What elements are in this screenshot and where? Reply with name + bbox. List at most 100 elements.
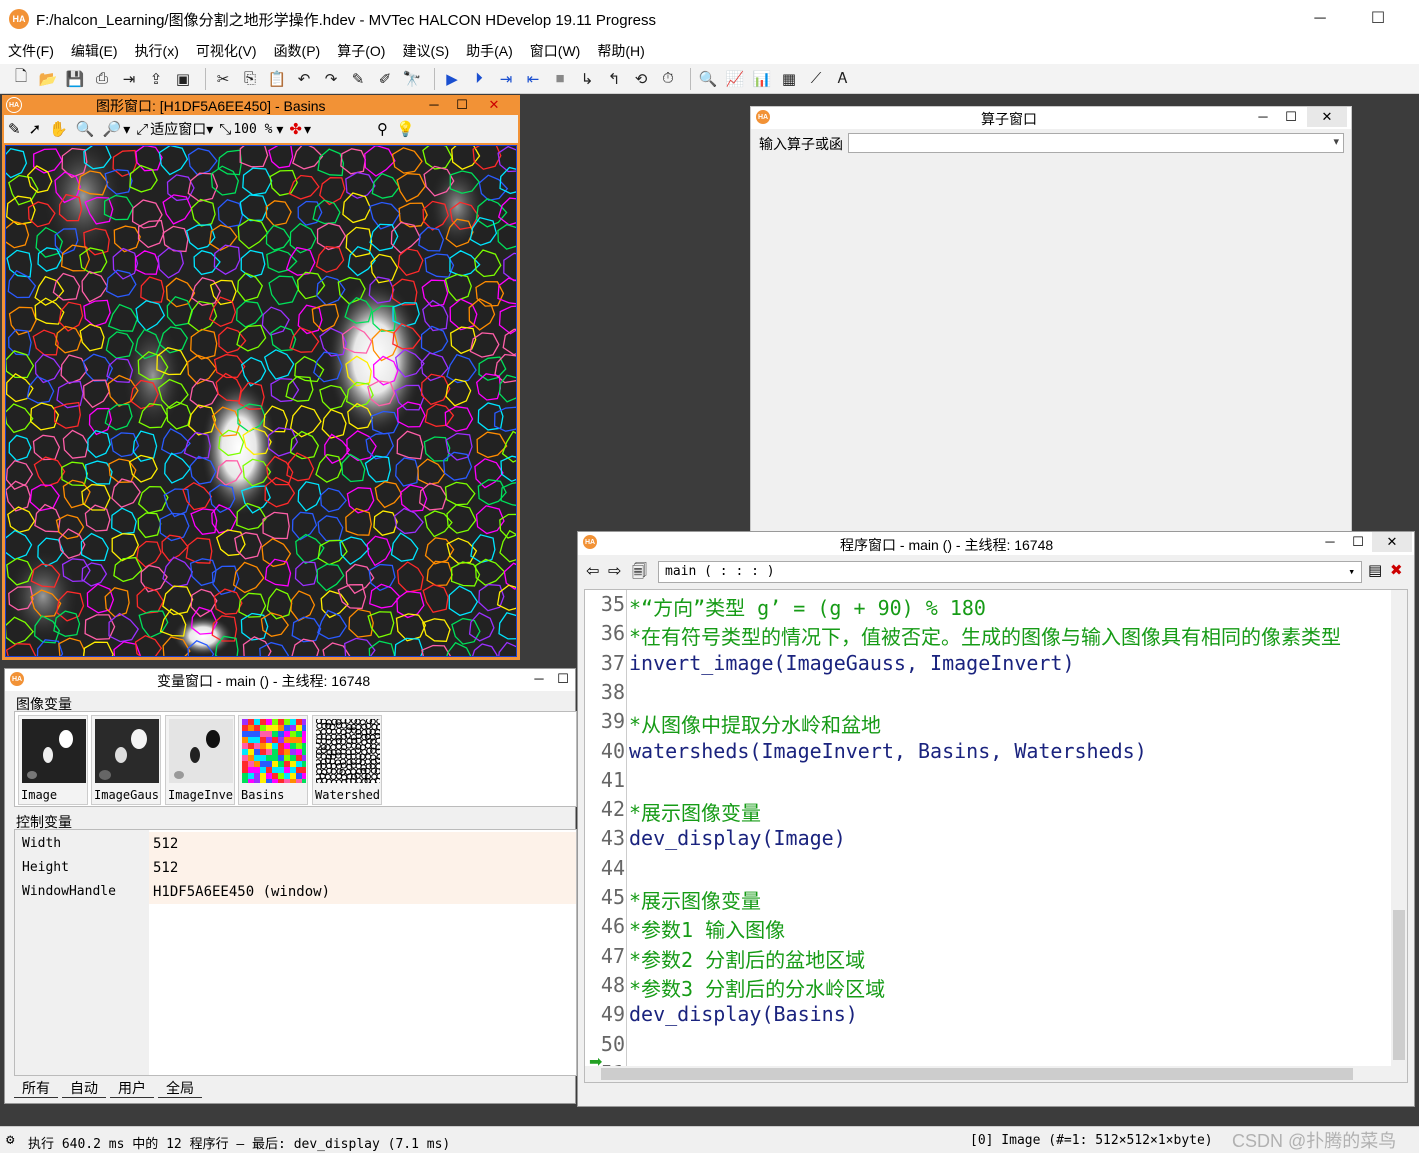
menu-suggestions[interactable]: 建议(S) bbox=[402, 41, 449, 61]
uncomment-icon[interactable]: ✐ bbox=[374, 68, 396, 90]
color-icon[interactable]: ✤ ▾ bbox=[289, 120, 311, 139]
procedure-select[interactable]: main ( : : : ) ▾ bbox=[658, 561, 1362, 583]
zoom-window-icon[interactable]: 🔍 bbox=[697, 68, 719, 90]
zoom-icon[interactable]: 🔎 ▾ bbox=[103, 120, 131, 139]
graphics-window-title-bar[interactable]: HA 图形窗口: [H1DF5A6EE450] - Basins ─ ☐ ✕ bbox=[2, 95, 520, 115]
vertical-scrollbar[interactable] bbox=[1391, 590, 1407, 1066]
menu-visualize[interactable]: 可视化(V) bbox=[196, 41, 257, 61]
image-var-thumb[interactable]: ImageGauss bbox=[91, 715, 161, 805]
menu-procedures[interactable]: 函数(P) bbox=[274, 41, 321, 61]
code-line[interactable]: *从图像中提取分水岭和盆地 bbox=[629, 709, 881, 738]
maximize-button[interactable]: ☐ bbox=[549, 669, 577, 689]
scrollbar-thumb[interactable] bbox=[601, 1068, 1353, 1080]
horizontal-scrollbar[interactable] bbox=[585, 1066, 1407, 1082]
cut-icon[interactable]: ✂ bbox=[212, 68, 234, 90]
code-line[interactable]: dev_display(Basins) bbox=[629, 1002, 858, 1026]
step-over-icon[interactable]: ⇥ bbox=[495, 68, 517, 90]
menu-operators[interactable]: 算子(O) bbox=[337, 41, 385, 61]
image-var-thumb[interactable]: Basins bbox=[238, 715, 308, 805]
code-editor[interactable]: 3536373839404142434445464748495051 *“方向”… bbox=[584, 589, 1408, 1083]
variable-window-title-bar[interactable]: HA 变量窗口 - main () - 主线程: 16748 ─ ☐ bbox=[5, 669, 575, 691]
procedure-icon[interactable]: 🗐 bbox=[632, 561, 647, 586]
image-var-thumb[interactable]: Watersheds bbox=[312, 715, 382, 805]
chevron-down-icon[interactable]: ▾ bbox=[1333, 135, 1339, 148]
tab-user[interactable]: 用户 bbox=[110, 1078, 154, 1098]
code-line[interactable]: watersheds(ImageInvert, Basins, Watershe… bbox=[629, 739, 1147, 763]
forward-arrow-icon[interactable]: ⇨ bbox=[608, 561, 621, 581]
chevron-down-icon[interactable]: ▾ bbox=[1348, 562, 1355, 582]
feature-histogram-icon[interactable]: 📊 bbox=[751, 68, 773, 90]
export-icon[interactable]: ⇪ bbox=[145, 68, 167, 90]
zoom-select[interactable]: ⤡ 100 % ▾ bbox=[219, 121, 283, 138]
maximize-button[interactable]: ☐ bbox=[1277, 107, 1305, 127]
step-into-icon[interactable]: ↳ bbox=[576, 68, 598, 90]
image-export-icon[interactable]: ▣ bbox=[172, 68, 194, 90]
paste-icon[interactable]: 📋 bbox=[266, 68, 288, 90]
redo-icon[interactable]: ↷ bbox=[320, 68, 342, 90]
minimize-button[interactable]: ─ bbox=[1249, 107, 1277, 127]
minimize-button[interactable]: ─ bbox=[420, 95, 448, 115]
control-var-row[interactable]: Height 512 bbox=[15, 856, 576, 880]
code-line[interactable]: dev_display(Image) bbox=[629, 826, 846, 850]
step-back-icon[interactable]: ⇤ bbox=[522, 68, 544, 90]
program-window-title-bar[interactable]: HA 程序窗口 - main () - 主线程: 16748 ─ ☐ ✕ bbox=[578, 532, 1414, 555]
pixel-info-icon[interactable]: ⚲ bbox=[377, 120, 390, 138]
minimize-button[interactable]: ─ bbox=[1300, 6, 1340, 32]
tab-global[interactable]: 全局 bbox=[158, 1078, 202, 1098]
minimize-button[interactable]: ─ bbox=[1316, 532, 1344, 552]
hand-icon[interactable]: ✋ bbox=[49, 120, 70, 138]
step-out-icon[interactable]: ↰ bbox=[603, 68, 625, 90]
operator-input[interactable] bbox=[848, 133, 1344, 153]
reset-icon[interactable]: ⟲ bbox=[630, 68, 652, 90]
new-file-icon[interactable]: 🗋 bbox=[10, 68, 32, 90]
code-line[interactable]: *“方向”类型 g’ = (g + 90) % 180 bbox=[629, 592, 986, 621]
menu-assistants[interactable]: 助手(A) bbox=[466, 41, 513, 61]
feature-inspection-icon[interactable]: ▦ bbox=[778, 68, 800, 90]
find-icon[interactable]: 🔭 bbox=[401, 68, 423, 90]
code-line[interactable]: *参数1 输入图像 bbox=[629, 914, 785, 943]
save-icon[interactable]: 💾 bbox=[64, 68, 86, 90]
tab-auto[interactable]: 自动 bbox=[62, 1078, 106, 1098]
close-button[interactable]: ✕ bbox=[1372, 532, 1412, 552]
edit-procedure-icon[interactable]: ▤ bbox=[1368, 561, 1382, 579]
close-button[interactable]: ✕ bbox=[480, 95, 508, 115]
graphics-canvas[interactable] bbox=[5, 145, 517, 657]
hint-icon[interactable]: 💡 bbox=[396, 120, 417, 138]
code-line[interactable]: *参数3 分割后的分水岭区域 bbox=[629, 973, 885, 1002]
control-var-row[interactable]: WindowHandle H1DF5A6EE450 (window) bbox=[15, 880, 576, 904]
print-icon[interactable]: ⎙ bbox=[91, 68, 113, 90]
operator-window-title-bar[interactable]: HA 算子窗口 ─ ☐ ✕ bbox=[751, 107, 1351, 129]
maximize-button[interactable]: ☐ bbox=[1358, 6, 1398, 32]
fit-window-button[interactable]: ⤢ 适应窗口 ▾ bbox=[136, 119, 213, 139]
copy-icon[interactable]: ⎘ bbox=[239, 68, 261, 90]
pointer-icon[interactable]: ➚ bbox=[29, 120, 44, 138]
profiler-icon[interactable]: ⏱ bbox=[657, 68, 679, 90]
insert-icon[interactable]: ⇥ bbox=[118, 68, 140, 90]
scrollbar-thumb[interactable] bbox=[1393, 910, 1405, 1060]
edit-icon[interactable]: ✎ bbox=[8, 120, 23, 138]
menu-help[interactable]: 帮助(H) bbox=[597, 41, 644, 61]
menu-file[interactable]: 文件(F) bbox=[8, 41, 54, 61]
undo-icon[interactable]: ↶ bbox=[293, 68, 315, 90]
maximize-button[interactable]: ☐ bbox=[1344, 532, 1372, 552]
code-line[interactable]: *在有符号类型的情况下，值被否定。生成的图像与输入图像具有相同的像素类型 bbox=[629, 621, 1341, 650]
back-arrow-icon[interactable]: ⇦ bbox=[586, 561, 599, 581]
run-to-icon[interactable]: ⏵ bbox=[468, 68, 490, 90]
tab-all[interactable]: 所有 bbox=[14, 1078, 58, 1098]
edit-comment-icon[interactable]: ✎ bbox=[347, 68, 369, 90]
maximize-button[interactable]: ☐ bbox=[448, 95, 476, 115]
code-line[interactable]: *展示图像变量 bbox=[629, 885, 761, 914]
code-line[interactable]: *参数2 分割后的盆地区域 bbox=[629, 944, 865, 973]
image-var-thumb[interactable]: Image bbox=[18, 715, 88, 805]
menu-edit[interactable]: 编辑(E) bbox=[71, 41, 118, 61]
stop-icon[interactable]: ■ bbox=[549, 68, 571, 90]
menu-execute[interactable]: 执行(x) bbox=[135, 41, 179, 61]
gray-histogram-icon[interactable]: 📈 bbox=[724, 68, 746, 90]
image-var-thumb[interactable]: ImageInvert bbox=[165, 715, 235, 805]
magnifier-icon[interactable]: 🔍 bbox=[76, 120, 97, 138]
open-file-icon[interactable]: 📂 bbox=[37, 68, 59, 90]
close-button[interactable]: ✕ bbox=[1307, 107, 1347, 127]
menu-window[interactable]: 窗口(W) bbox=[530, 41, 581, 61]
line-profile-icon[interactable]: ⟋ bbox=[805, 68, 827, 90]
ocr-icon[interactable]: Ꭺ bbox=[832, 68, 854, 90]
